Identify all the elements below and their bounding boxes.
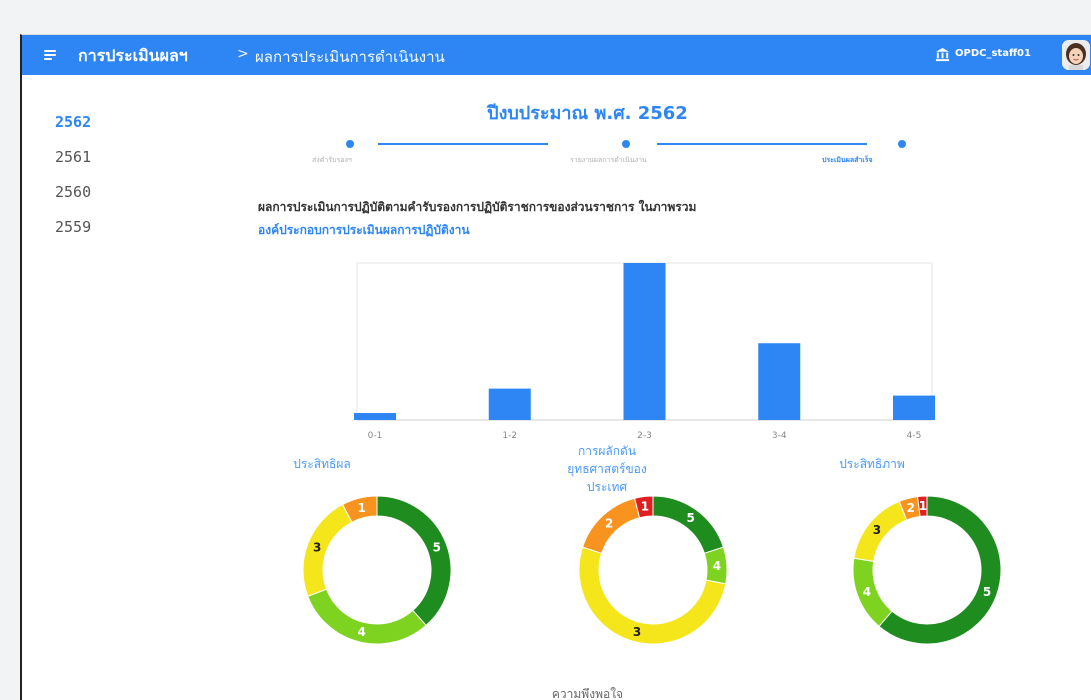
step-label-1: ส่งคำรับรองฯ (312, 156, 352, 164)
step-dot-3[interactable] (898, 140, 906, 148)
bar-2-3[interactable] (623, 263, 666, 420)
donut-chart-effectiveness: 5 4 3 1 (302, 495, 452, 645)
section-heading: ผลการประเมินการปฏิบัติตามคำรับรองการปฏิบ… (258, 200, 697, 214)
donut-slice-4[interactable] (307, 588, 427, 645)
bar-4-5[interactable] (893, 395, 935, 420)
slice-label: 2 (605, 516, 613, 530)
breadcrumb-separator: > (237, 46, 249, 62)
donut-slice-3[interactable] (578, 546, 727, 645)
slice-label: 4 (713, 559, 721, 573)
next-section-heading: ความพึงพอใจ (551, 687, 624, 700)
slice-label: 1 (641, 500, 649, 514)
x-tick-label: 4-5 (907, 431, 922, 441)
bar-0-1[interactable] (354, 413, 396, 420)
step-dot-1[interactable] (346, 140, 354, 148)
donut-chart-national-strategy: 5 4 3 2 1 (578, 495, 728, 645)
score-distribution-bar-chart: 0-1 1-2 2-3 3-4 4-5 (354, 262, 935, 441)
x-tick-label: 2-3 (637, 431, 652, 441)
x-tick-label: 0-1 (368, 431, 383, 441)
donut-slice-5[interactable] (376, 495, 452, 627)
bank-icon (935, 47, 950, 62)
app-title[interactable]: การประเมินผลฯ (78, 44, 188, 69)
slice-label: 2 (907, 501, 915, 515)
x-tick-label: 1-2 (502, 431, 517, 441)
slice-label: 1 (358, 501, 366, 515)
top-app-bar: การประเมินผลฯ > ผลการประเมินการดำเนินงาน… (22, 35, 1091, 75)
step-connector (657, 143, 867, 145)
breadcrumb-current-page: ผลการประเมินการดำเนินงาน (255, 48, 445, 66)
budget-year-title: ปีงบประมาณ พ.ศ. 2562 (487, 103, 688, 124)
year-item-2560[interactable]: 2560 (55, 183, 91, 218)
step-connector (378, 143, 548, 145)
donut-slice-3[interactable] (302, 503, 353, 597)
assessment-components-link[interactable]: องค์ประกอบการประเมินผลการปฏิบัติงาน (258, 221, 470, 240)
year-item-2561[interactable]: 2561 (55, 148, 91, 183)
slice-label: 5 (686, 511, 694, 525)
slice-label: 3 (313, 540, 321, 554)
step-label-3: ประเมินผลสำเร็จ (822, 156, 873, 164)
donut-title-efficiency: ประสิทธิภาพ (839, 457, 905, 471)
slice-label: 3 (873, 523, 881, 537)
step-label-2: รายงานผลการดำเนินงาน (570, 156, 647, 164)
year-list: 2562 2561 2560 2559 (55, 113, 91, 253)
bar-1-2[interactable] (488, 388, 531, 420)
app-frame: การประเมินผลฯ > ผลการประเมินการดำเนินงาน… (20, 34, 1091, 700)
slice-label: 1 (919, 499, 927, 513)
slice-label: 3 (633, 625, 641, 639)
avatar[interactable] (1062, 40, 1090, 70)
slice-label: 4 (863, 585, 871, 599)
step-dot-2[interactable] (622, 140, 630, 148)
bar-3-4[interactable] (758, 343, 801, 420)
menu-icon[interactable] (42, 45, 62, 65)
slice-label: 4 (358, 625, 366, 639)
donut-slice-4[interactable] (852, 557, 893, 628)
progress-stepper: ส่งคำรับรองฯ รายงานผลการดำเนินงาน ประเมิ… (302, 135, 922, 175)
slice-label: 5 (983, 585, 991, 599)
x-tick-label: 3-4 (772, 431, 787, 441)
donut-title-effectiveness: ประสิทธิผล (293, 457, 351, 471)
slice-label: 5 (433, 540, 441, 554)
donut-chart-efficiency: 5 4 3 2 1 (852, 495, 1002, 645)
user-name[interactable]: OPDC_staff01 (955, 48, 1031, 59)
year-item-2559[interactable]: 2559 (55, 218, 91, 253)
